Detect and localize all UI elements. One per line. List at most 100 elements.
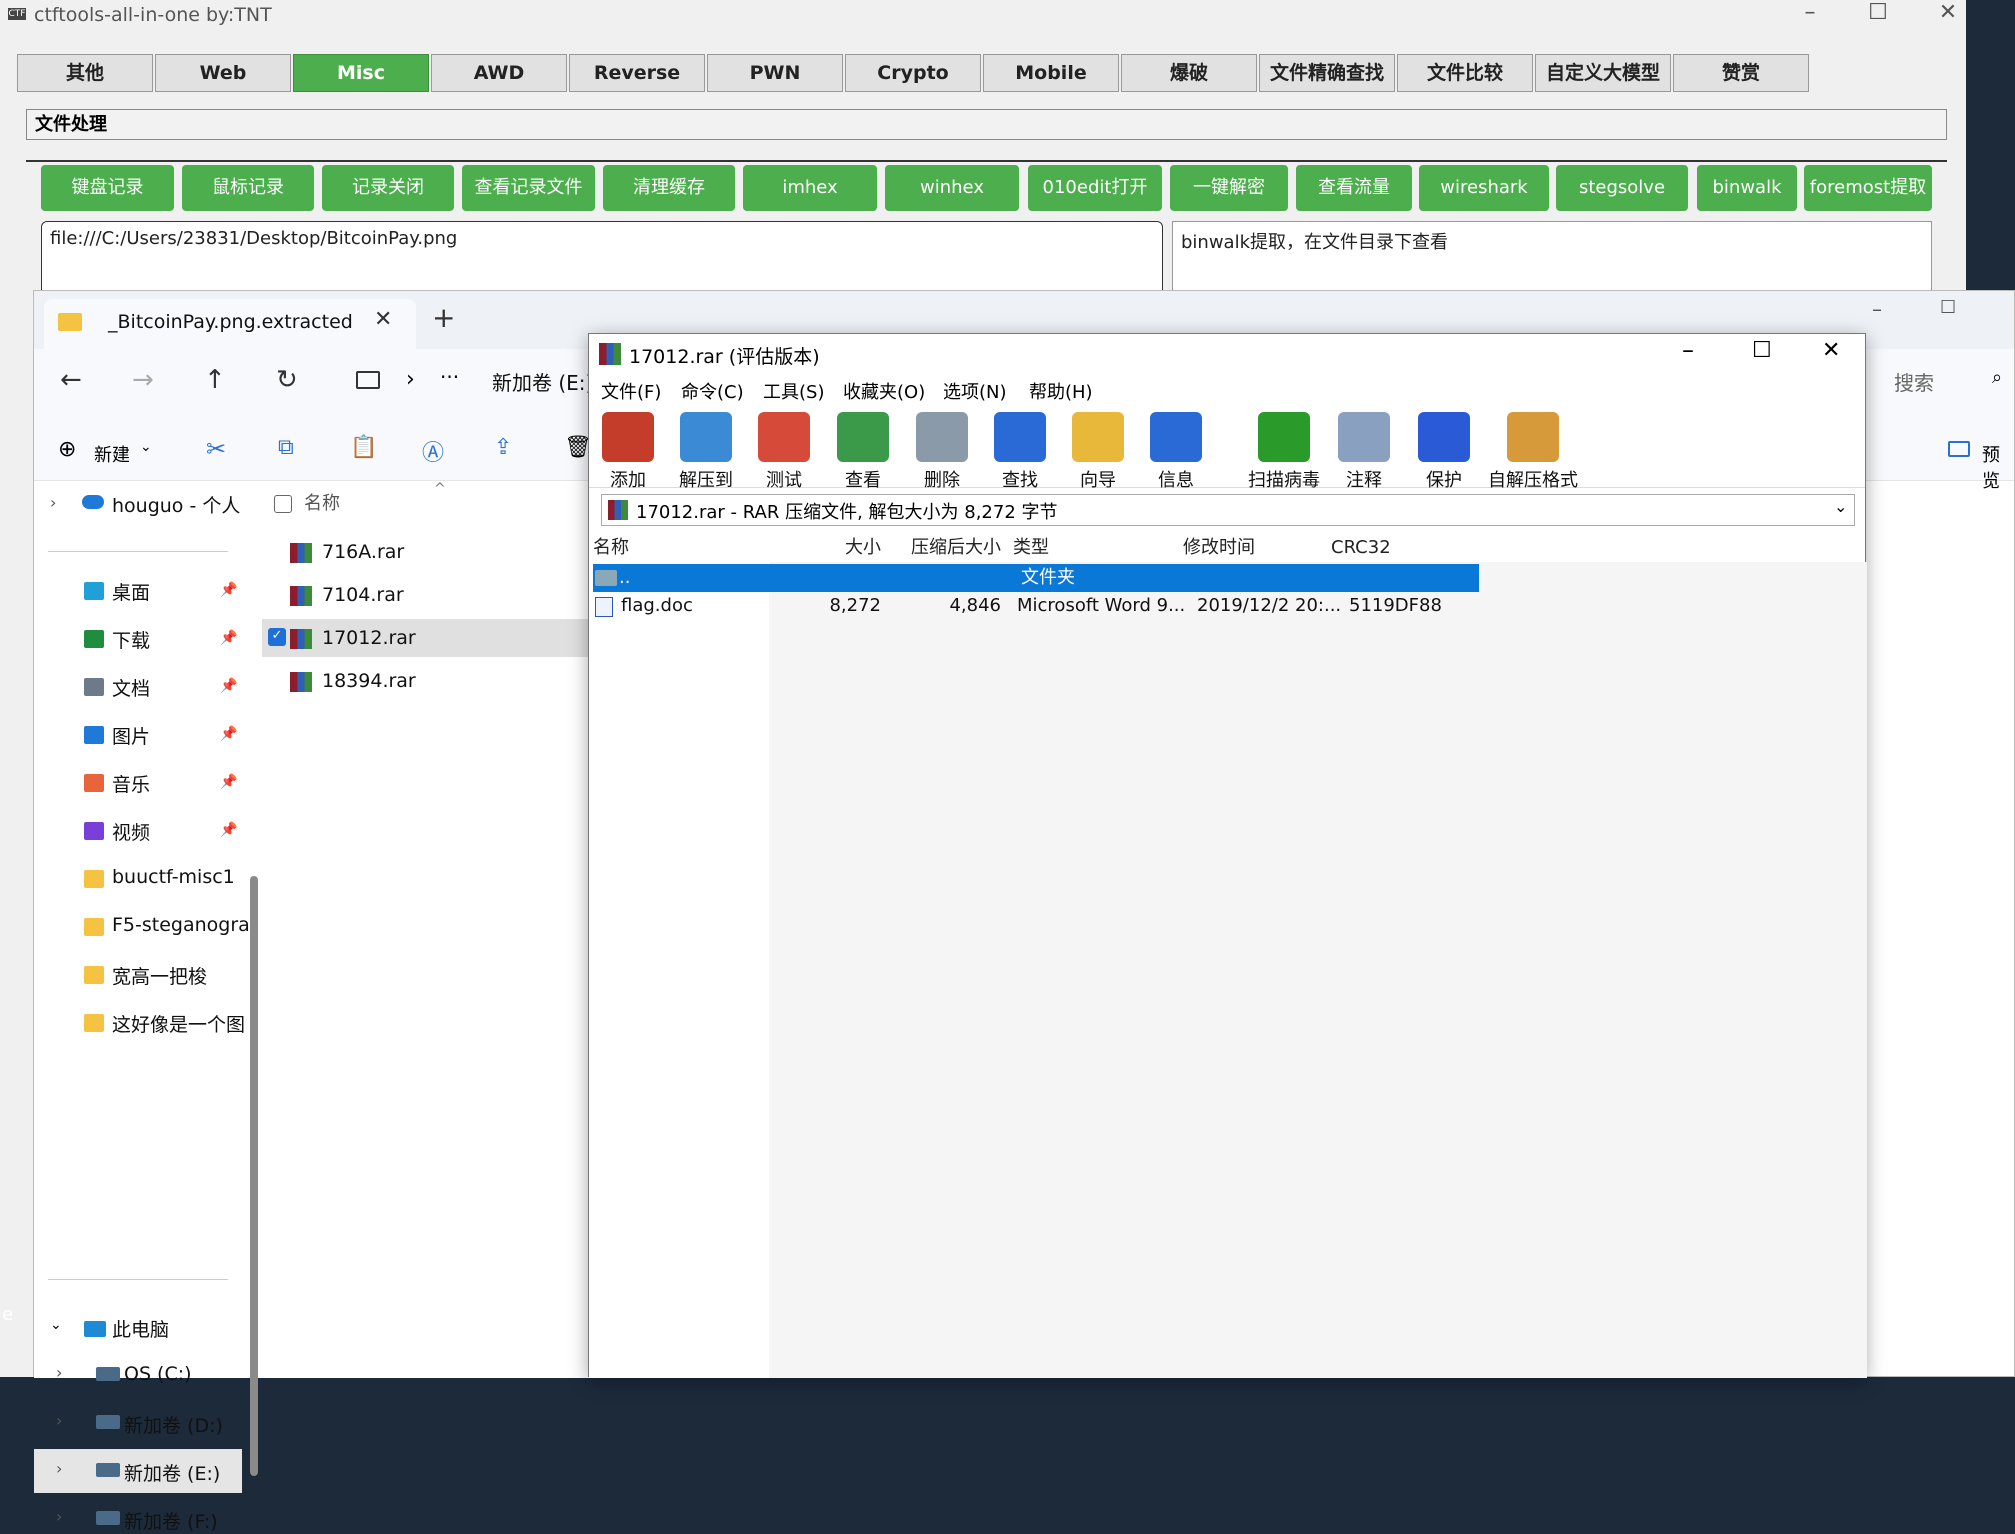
search-input[interactable]: 搜索: [1894, 367, 1934, 396]
maximize-icon[interactable]: ☐: [1752, 338, 1772, 363]
tab-5[interactable]: PWN: [707, 54, 843, 92]
this-pc[interactable]: 此电脑: [112, 1315, 169, 1342]
breadcrumb-drive[interactable]: 新加卷 (E:): [492, 367, 593, 396]
quick-access-item[interactable]: 这好像是一个图: [112, 1010, 245, 1037]
close-icon[interactable]: ✕: [1822, 338, 1840, 363]
tool-button-5[interactable]: imhex: [743, 165, 877, 211]
tool-button-11[interactable]: stegsolve: [1556, 165, 1688, 211]
tool-button-1[interactable]: 鼠标记录: [182, 165, 314, 211]
toolbar-button-3[interactable]: 查看: [826, 412, 900, 492]
column-header-0[interactable]: 名称: [593, 534, 629, 562]
drive-item[interactable]: 新加卷 (E:): [124, 1459, 220, 1486]
drive-item[interactable]: 新加卷 (F:): [124, 1507, 218, 1534]
tool-button-9[interactable]: 查看流量: [1296, 165, 1412, 211]
chevron-right-icon[interactable]: ›: [56, 1507, 62, 1526]
forward-icon[interactable]: →: [132, 365, 154, 395]
pin-icon[interactable]: 📌: [220, 582, 237, 598]
file-path-input[interactable]: file:///C:/Users/23831/Desktop/BitcoinPa…: [41, 221, 1163, 291]
menu-item-4[interactable]: 选项(N): [943, 378, 1007, 404]
quick-access-item[interactable]: 音乐: [112, 770, 150, 797]
toolbar-button-2[interactable]: 测试: [747, 412, 821, 492]
tool-button-4[interactable]: 清理缓存: [603, 165, 735, 211]
quick-access-item[interactable]: 桌面: [112, 578, 150, 605]
tool-button-6[interactable]: winhex: [885, 165, 1019, 211]
tab-extracted[interactable]: _BitcoinPay.png.extracted ✕: [44, 299, 416, 349]
maximize-button[interactable]: ☐: [1858, 0, 1898, 25]
tab-11[interactable]: 自定义大模型: [1535, 54, 1671, 92]
quick-access-item[interactable]: 图片: [112, 722, 150, 749]
column-header-2[interactable]: 压缩后大小: [889, 534, 1001, 562]
toolbar-button-7[interactable]: 信息: [1139, 412, 1213, 492]
quick-access-item[interactable]: 文档: [112, 674, 150, 701]
menu-item-5[interactable]: 帮助(H): [1029, 378, 1093, 404]
quick-access-item[interactable]: buuctf-misc1: [112, 866, 235, 888]
quick-access-item[interactable]: 下载: [112, 626, 150, 653]
pin-icon[interactable]: 📌: [220, 630, 237, 646]
menu-item-3[interactable]: 收藏夹(O): [843, 378, 925, 404]
path-bar[interactable]: 17012.rar - RAR 压缩文件, 解包大小为 8,272 字节 ⌄: [601, 494, 1855, 526]
preview-icon[interactable]: [1948, 441, 1970, 457]
minimize-button[interactable]: –: [1790, 0, 1830, 25]
toolbar-button-10[interactable]: 保护: [1405, 412, 1483, 492]
column-header-4[interactable]: 修改时间: [1183, 534, 1255, 562]
file-item[interactable]: 7104.rar: [322, 584, 404, 606]
select-all-checkbox[interactable]: [274, 495, 292, 513]
tool-button-10[interactable]: wireshark: [1419, 165, 1549, 211]
pin-icon[interactable]: 📌: [220, 774, 237, 790]
quick-access-item[interactable]: 宽高一把梭: [112, 962, 207, 989]
toolbar-button-8[interactable]: 扫描病毒: [1245, 412, 1323, 492]
pin-icon[interactable]: 📌: [220, 726, 237, 742]
back-icon[interactable]: ←: [60, 365, 82, 395]
tool-button-7[interactable]: 010edit打开: [1028, 165, 1162, 211]
breadcrumb-more[interactable]: ···: [440, 365, 459, 389]
column-header-3[interactable]: 类型: [1013, 534, 1049, 562]
tab-4[interactable]: Reverse: [569, 54, 705, 92]
tab-8[interactable]: 爆破: [1121, 54, 1257, 92]
share-icon[interactable]: ⇪: [494, 435, 512, 460]
search-icon[interactable]: ⌕: [1992, 367, 2002, 388]
toolbar-button-1[interactable]: 解压到: [669, 412, 743, 492]
menu-item-1[interactable]: 命令(C): [681, 378, 744, 404]
tab-0[interactable]: 其他: [17, 54, 153, 92]
toolbar-button-11[interactable]: 自解压格式: [1487, 412, 1579, 492]
tab-12[interactable]: 赞赏: [1673, 54, 1809, 92]
output-text[interactable]: binwalk提取，在文件目录下查看: [1172, 221, 1932, 291]
drive-item[interactable]: OS (C:): [124, 1363, 192, 1385]
toolbar-button-4[interactable]: 删除: [905, 412, 979, 492]
drive-item[interactable]: 新加卷 (D:): [124, 1411, 223, 1438]
new-icon[interactable]: ⊕: [58, 437, 76, 462]
menu-item-2[interactable]: 工具(S): [763, 378, 824, 404]
file-item[interactable]: 17012.rar: [322, 627, 416, 649]
tab-3[interactable]: AWD: [431, 54, 567, 92]
tool-button-8[interactable]: 一键解密: [1170, 165, 1288, 211]
new-tab-icon[interactable]: +: [432, 301, 455, 334]
chevron-down-icon[interactable]: ⌄: [50, 1317, 62, 1333]
cut-icon[interactable]: ✂: [206, 435, 226, 463]
tab-7[interactable]: Mobile: [983, 54, 1119, 92]
tab-10[interactable]: 文件比较: [1397, 54, 1533, 92]
tool-button-2[interactable]: 记录关闭: [322, 165, 454, 211]
tool-button-12[interactable]: binwalk: [1697, 165, 1797, 211]
maximize-icon[interactable]: ☐: [1940, 297, 1956, 318]
chevron-down-icon[interactable]: ⌄: [1834, 497, 1847, 516]
scrollbar[interactable]: [250, 876, 258, 1476]
tool-button-3[interactable]: 查看记录文件: [462, 165, 595, 211]
pin-icon[interactable]: 📌: [220, 678, 237, 694]
chevron-right-icon[interactable]: ›: [50, 493, 56, 512]
quick-access-item[interactable]: F5-steganogra: [112, 914, 250, 936]
row-checkbox[interactable]: ✓: [268, 628, 286, 646]
close-button[interactable]: ✕: [1928, 0, 1968, 25]
file-name[interactable]: flag.doc: [621, 592, 693, 620]
up-icon[interactable]: ↑: [204, 365, 226, 395]
close-tab-icon[interactable]: ✕: [374, 307, 392, 332]
rename-icon[interactable]: Ⓐ: [422, 435, 444, 467]
pin-icon[interactable]: 📌: [220, 822, 237, 838]
toolbar-button-5[interactable]: 查找: [983, 412, 1057, 492]
column-name[interactable]: 名称: [304, 489, 340, 515]
minimize-icon[interactable]: –: [1682, 336, 1694, 364]
file-item[interactable]: 716A.rar: [322, 541, 404, 563]
toolbar-button-9[interactable]: 注释: [1325, 412, 1403, 492]
toolbar-button-6[interactable]: 向导: [1061, 412, 1135, 492]
column-header-5[interactable]: CRC32: [1331, 534, 1391, 562]
tool-button-0[interactable]: 键盘记录: [41, 165, 174, 211]
